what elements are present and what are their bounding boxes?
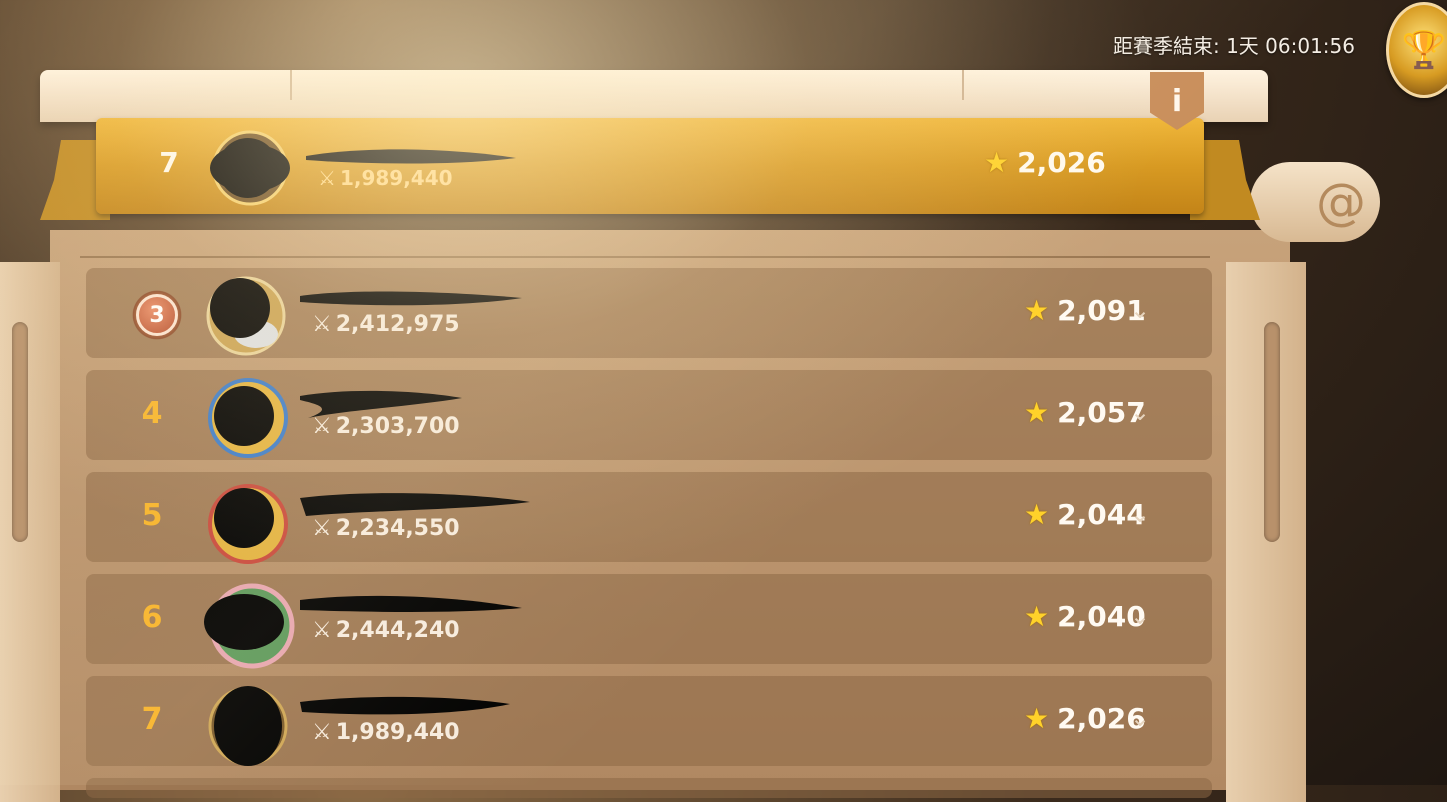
player-score: ★ 2,026 xyxy=(1024,702,1146,735)
player-power: ⚔ 2,412,975 xyxy=(312,312,460,337)
sword-icon: ⚔ xyxy=(312,720,332,745)
star-icon: ★ xyxy=(1024,498,1050,531)
star-icon: ★ xyxy=(1024,396,1050,429)
my-rank-banner[interactable]: 7 ⚔ 1,989,440 ★ 2,026 xyxy=(96,118,1204,214)
rank-medal-bronze: 3 xyxy=(126,290,188,340)
rank-number: 7 xyxy=(141,702,163,737)
left-pillar xyxy=(0,262,60,802)
rank-number: 5 xyxy=(141,498,163,533)
player-power: ⚔ 2,444,240 xyxy=(312,618,460,643)
season-end-timer: 距賽季結束: 1天 06:01:56 xyxy=(1112,34,1355,58)
my-avatar[interactable] xyxy=(208,130,298,206)
sword-icon: ⚔ xyxy=(312,312,332,337)
scroll-ornament: @ xyxy=(1250,162,1380,242)
leaderboard-row-5[interactable]: 5 ⚔ 2,234,550 ★ 2,044 ⌄ xyxy=(86,472,1212,564)
my-rank-number: 7 xyxy=(159,146,179,179)
rank-number: 6 xyxy=(141,600,163,635)
player-power: ⚔ 2,303,700 xyxy=(312,414,460,439)
sword-icon: ⚔ xyxy=(318,166,336,190)
player-avatar[interactable] xyxy=(204,478,294,566)
leaderboard-row-6[interactable]: 6 ⚔ 2,444,240 ★ 2,040 ⌄ xyxy=(86,574,1212,669)
star-icon: ★ xyxy=(1024,294,1050,327)
chevron-down-icon[interactable]: ⌄ xyxy=(1130,602,1150,630)
player-name-redacted xyxy=(300,291,522,306)
sword-icon: ⚔ xyxy=(312,414,332,439)
player-avatar[interactable] xyxy=(204,580,300,672)
my-score: ★ 2,026 xyxy=(984,146,1106,179)
player-score: ★ 2,040 xyxy=(1024,600,1146,633)
star-icon: ★ xyxy=(1024,600,1050,633)
leaderboard-row-3[interactable]: 3 ⚔ 2,412,975 ★ 2,091 ⌄ xyxy=(86,268,1212,358)
player-score: ★ 2,044 xyxy=(1024,498,1146,531)
player-avatar[interactable] xyxy=(204,376,294,460)
player-avatar[interactable] xyxy=(204,682,294,768)
board-top-frame xyxy=(40,70,1268,122)
leaderboard-row-4[interactable]: 4 ⚔ 2,303,700 ★ 2,057 ⌄ xyxy=(86,370,1212,460)
leaderboard-row-next[interactable] xyxy=(86,778,1212,798)
sword-icon: ⚔ xyxy=(312,516,332,541)
player-power: ⚔ 2,234,550 xyxy=(312,516,460,541)
chevron-down-icon[interactable]: ⌄ xyxy=(1130,296,1150,324)
right-pillar xyxy=(1226,262,1306,802)
sword-icon: ⚔ xyxy=(312,618,332,643)
player-name-redacted xyxy=(300,696,510,715)
player-power: ⚔ 1,989,440 xyxy=(312,720,460,745)
leaderboard-row-7[interactable]: 7 ⚔ 1,989,440 ★ 2,026 ⌄ xyxy=(86,676,1212,766)
chevron-down-icon[interactable]: ⌄ xyxy=(1130,500,1150,528)
my-power: ⚔ 1,989,440 xyxy=(318,166,453,190)
chevron-down-icon[interactable]: ⌄ xyxy=(1130,704,1150,732)
player-score: ★ 2,091 xyxy=(1024,294,1146,327)
star-icon: ★ xyxy=(1024,702,1050,735)
chevron-down-icon[interactable]: ⌄ xyxy=(1130,398,1150,426)
star-icon: ★ xyxy=(984,146,1010,179)
player-avatar[interactable] xyxy=(204,274,294,356)
trophy-icon[interactable]: 🏆 xyxy=(1386,2,1447,98)
player-score: ★ 2,057 xyxy=(1024,396,1146,429)
rank-number: 4 xyxy=(141,396,163,431)
board-divider xyxy=(80,256,1210,258)
